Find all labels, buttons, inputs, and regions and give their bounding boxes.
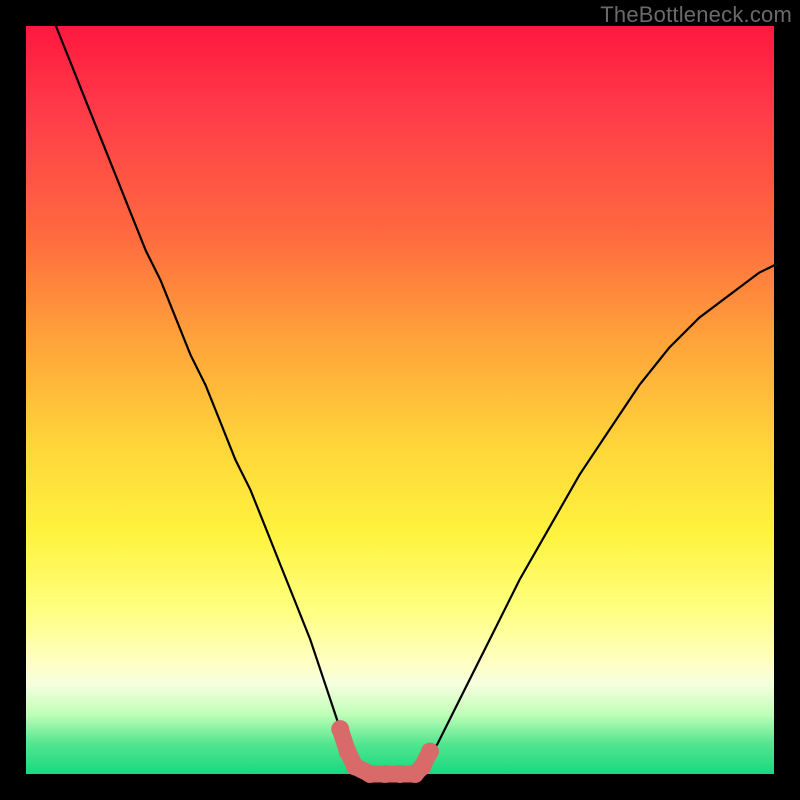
marker-cluster-group: [331, 720, 439, 783]
watermark-text: TheBottleneck.com: [600, 2, 792, 28]
plot-area: [26, 26, 774, 774]
chart-svg: [26, 26, 774, 774]
curve-line: [56, 26, 774, 774]
marker-dot: [421, 743, 439, 761]
curve-line-group: [56, 26, 774, 774]
chart-frame: TheBottleneck.com: [0, 0, 800, 800]
marker-dot: [331, 720, 349, 738]
